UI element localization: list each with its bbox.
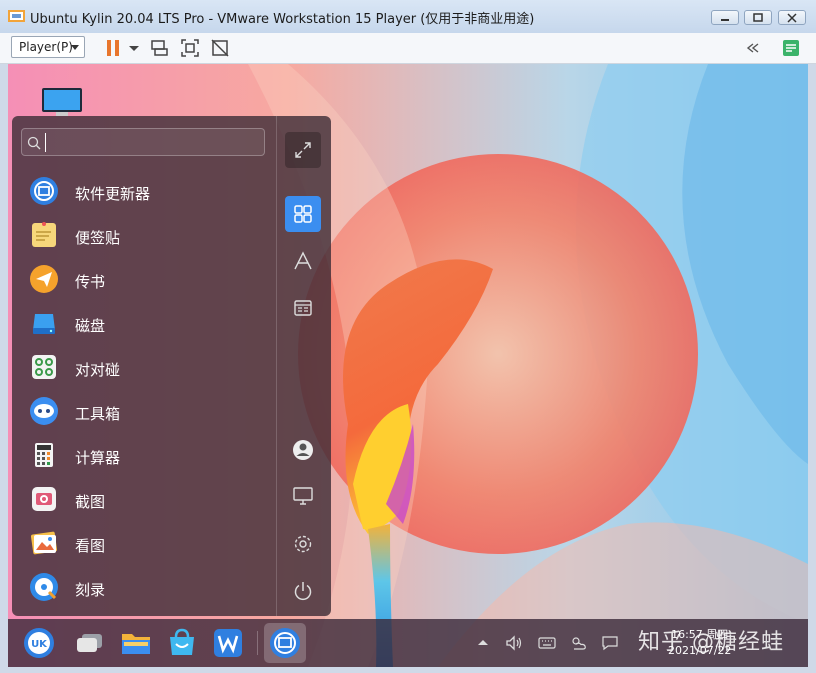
notes-icon[interactable] xyxy=(781,38,801,58)
app-item-toolbox[interactable]: 工具箱 xyxy=(12,390,272,434)
category-button[interactable] xyxy=(285,290,321,326)
software-updater-icon[interactable] xyxy=(267,625,303,661)
close-icon xyxy=(787,13,797,23)
app-item-calculator[interactable]: 计算器 xyxy=(12,434,272,478)
category-icon xyxy=(294,300,312,316)
app-label: 便签贴 xyxy=(75,229,121,247)
vmware-icon xyxy=(8,10,25,22)
app-label: 看图 xyxy=(75,537,106,555)
settings-icon xyxy=(294,535,312,553)
app-label: 对对碰 xyxy=(75,361,121,379)
app-item-sticky-notes[interactable]: 便签贴 xyxy=(12,214,272,258)
chevron-down-icon xyxy=(71,45,79,50)
tray-up-arrow-icon[interactable] xyxy=(474,634,492,652)
software-updater-icon xyxy=(30,177,58,205)
unity-icon[interactable] xyxy=(210,38,230,58)
settings-button[interactable] xyxy=(285,526,321,562)
pause-icon[interactable] xyxy=(103,38,123,58)
app-label: 计算器 xyxy=(75,449,121,467)
player-menu-label: Player(P) xyxy=(19,40,73,54)
game-icon xyxy=(32,355,56,379)
keyboard-icon[interactable] xyxy=(538,634,556,652)
dropdown-icon[interactable] xyxy=(124,38,144,58)
app-label: 刻录 xyxy=(75,581,106,599)
all-apps-button[interactable] xyxy=(285,196,321,232)
window-titlebar: Ubuntu Kylin 20.04 LTS Pro - VMware Work… xyxy=(0,0,816,34)
expand-button[interactable] xyxy=(285,132,321,168)
kylin-start-icon[interactable]: UK xyxy=(21,625,57,661)
volume-icon[interactable] xyxy=(505,634,523,652)
app-label: 传书 xyxy=(75,273,106,291)
send-ctrl-alt-del-icon[interactable] xyxy=(149,38,169,58)
menu-divider xyxy=(276,116,277,616)
power-icon xyxy=(294,582,312,601)
close-button[interactable] xyxy=(778,10,806,25)
burner-icon xyxy=(30,573,58,601)
player-toolbar: Player(P) xyxy=(0,33,816,64)
text-cursor xyxy=(45,133,46,152)
app-item-burner[interactable]: 刻录 xyxy=(12,566,272,610)
computer-icon xyxy=(293,487,313,505)
image-viewer-icon xyxy=(30,531,58,555)
window-title: Ubuntu Kylin 20.04 LTS Pro - VMware Work… xyxy=(30,12,535,27)
app-label: 截图 xyxy=(75,493,106,511)
sticky-notes-icon xyxy=(32,222,56,247)
app-item-image-viewer[interactable]: 看图 xyxy=(12,522,272,566)
letter-sort-button[interactable] xyxy=(285,243,321,279)
taskbar: UK 16:57 周四 2021/07/22 知乎 @糖经蛙 xyxy=(8,619,808,667)
app-item-disk[interactable]: 磁盘 xyxy=(12,302,272,346)
app-item-screenshot[interactable]: 截图 xyxy=(12,478,272,522)
wps-icon[interactable] xyxy=(210,625,246,661)
notification-icon[interactable] xyxy=(601,634,619,652)
app-label: 软件更新器 xyxy=(75,185,151,203)
app-item-duiduipeng[interactable]: 对对碰 xyxy=(12,346,272,390)
watermark-text: 知乎 @糖经蛙 xyxy=(638,630,784,655)
svg-text:UK: UK xyxy=(31,639,48,650)
app-label: 工具箱 xyxy=(75,405,121,423)
maximize-button[interactable] xyxy=(744,10,772,25)
guest-desktop[interactable]: 软件更新器 便签贴 传书 磁盘 对对碰 工具箱 计算器 截图 看图 刻录 UK … xyxy=(8,64,808,667)
app-item-software-updater[interactable]: 软件更新器 xyxy=(12,170,272,214)
start-menu: 软件更新器 便签贴 传书 磁盘 对对碰 工具箱 计算器 截图 看图 刻录 xyxy=(12,116,331,616)
calculator-icon xyxy=(35,443,53,467)
screenshot-icon xyxy=(32,487,56,511)
disk-icon xyxy=(33,314,55,334)
paper-plane-icon xyxy=(30,265,58,293)
user-icon xyxy=(293,440,313,460)
computer-button[interactable] xyxy=(285,478,321,514)
weather-icon[interactable] xyxy=(569,634,587,652)
multitask-icon[interactable] xyxy=(72,625,108,661)
player-menu-button[interactable]: Player(P) xyxy=(11,36,85,58)
app-store-icon[interactable] xyxy=(164,625,200,661)
minimize-button[interactable] xyxy=(711,10,739,25)
app-label: 磁盘 xyxy=(75,317,106,335)
minimize-icon xyxy=(721,19,729,21)
search-icon xyxy=(27,136,41,150)
toolbox-icon xyxy=(30,397,58,425)
fit-guest-icon[interactable] xyxy=(180,38,200,58)
expand-icon xyxy=(295,142,311,158)
maximize-icon xyxy=(753,13,763,22)
all-apps-icon xyxy=(294,205,312,223)
file-manager-icon[interactable] xyxy=(118,625,154,661)
power-button[interactable] xyxy=(285,573,321,609)
taskbar-separator xyxy=(257,631,258,655)
computer-desktop-icon[interactable] xyxy=(41,87,83,117)
letter-sort-icon xyxy=(294,251,312,270)
search-input[interactable] xyxy=(21,128,265,156)
user-button[interactable] xyxy=(285,432,321,468)
app-item-chuanshu[interactable]: 传书 xyxy=(12,258,272,302)
collapse-icon[interactable] xyxy=(743,38,763,58)
